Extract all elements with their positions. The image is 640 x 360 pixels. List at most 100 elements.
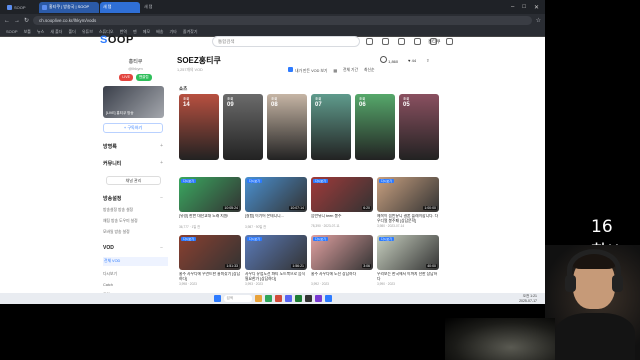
vod-title[interactable]: 제목이 음반뮤니 결혼 플레이합니다. 다우디얼 봉주패 [상담문학] bbox=[377, 214, 439, 223]
short-card[interactable]: 조회 06 bbox=[355, 94, 395, 160]
live-thumbnail[interactable]: [LIVE] 홍티쿠 방송 bbox=[103, 86, 164, 118]
soop-logo[interactable]: SOOP bbox=[100, 34, 134, 46]
vod-thumbnail[interactable]: 다시보기 1:56:21 bbox=[245, 235, 307, 270]
vod-thumbnail[interactable]: 다시보기 10:05:24 bbox=[179, 177, 241, 212]
vod-card[interactable]: 다시보기 6:20 음반뮤니 teen 봉주 78,390 · 2023-07-11 bbox=[311, 177, 373, 229]
start-icon[interactable] bbox=[213, 295, 221, 302]
vod-duration: 40:00 bbox=[426, 264, 437, 268]
tab-hongtiku[interactable]: 홍티쿠 | 방송국 | SOOP bbox=[39, 1, 99, 13]
chrome-icon[interactable] bbox=[274, 295, 282, 302]
sidebar-item-replay[interactable]: 다시보기 bbox=[103, 272, 168, 277]
vod-card[interactable]: 다시보기 10:07:14 [실험] 이기어 몬테니니... 3,987 · 90일 … bbox=[245, 177, 307, 229]
vod-thumbnail[interactable]: 다시보기 1:00:00 bbox=[377, 177, 439, 212]
short-card[interactable]: 조회 07 bbox=[311, 94, 351, 160]
discord-icon[interactable] bbox=[284, 295, 292, 302]
tab-soop[interactable]: SOOP bbox=[4, 2, 38, 13]
period-select[interactable]: 전체 기간 bbox=[343, 68, 358, 73]
reload-icon[interactable]: ↻ bbox=[24, 17, 29, 24]
vod-thumbnail[interactable]: 다시보기 10:07:14 bbox=[245, 177, 307, 212]
channel-manage-button[interactable]: 채널 관리 bbox=[106, 176, 161, 185]
vod-thumbnail[interactable]: 다시보기 1:51:33 bbox=[179, 235, 241, 270]
bookmark-item[interactable]: 기타 bbox=[169, 29, 176, 35]
vod-card[interactable]: 다시보기 1:56:21 사우디 유럽도전 파티 노트북으로 음식 필요한가 [상담… bbox=[245, 235, 307, 286]
vod-title[interactable]: [유령] 한판 대전교대 노래 지원! bbox=[179, 214, 241, 223]
vod-title[interactable]: 홍주 사우디에 우먼트한 흥미찾기 [상담하다] bbox=[179, 272, 241, 281]
vod-title[interactable]: [실험] 이기어 몬테니니... bbox=[245, 214, 307, 223]
sidebar-section-broadcast[interactable]: 방송설정 − bbox=[103, 195, 163, 202]
vod-duration: 1:00:00 bbox=[423, 206, 437, 210]
message-icon[interactable] bbox=[398, 38, 405, 45]
grid-view-icon[interactable]: ▦ bbox=[333, 68, 337, 73]
share-icon[interactable]: ⇪ bbox=[426, 58, 429, 63]
store-icon[interactable] bbox=[264, 295, 272, 302]
sidebar-section-community[interactable]: 커뮤니티 + bbox=[103, 160, 163, 167]
soop-favicon-icon bbox=[7, 4, 12, 10]
minimize-icon[interactable]: – bbox=[511, 4, 514, 11]
short-card[interactable]: 조회 09 bbox=[223, 94, 263, 160]
vod-thumbnail[interactable]: 다시보기 40:00 bbox=[377, 235, 439, 270]
soop-app-icon[interactable] bbox=[324, 295, 332, 302]
vod-duration: 10:07:14 bbox=[289, 206, 305, 210]
short-card[interactable]: 조회 08 bbox=[267, 94, 307, 160]
fan-badge[interactable]: 팬클럽 bbox=[135, 74, 152, 81]
vod-title[interactable]: 사우디 유럽도전 파티 노트북으로 음식 필요한가 [상담하다] bbox=[245, 272, 307, 281]
vod-card[interactable]: 다시보기 3:06 홍주 사우디에 도전 상담하다 3,992 · 2023 bbox=[311, 235, 373, 286]
maximize-icon[interactable]: □ bbox=[522, 4, 526, 11]
folder-icon[interactable] bbox=[254, 295, 262, 302]
vod-thumbnail[interactable]: 다시보기 6:20 bbox=[311, 177, 373, 212]
sidebar-item-catch[interactable]: Catch bbox=[103, 283, 168, 287]
taskbar-search[interactable]: 검색 bbox=[223, 295, 252, 302]
url-input[interactable]: ch.sooplive.co.kr/lhkym/vods bbox=[33, 16, 532, 25]
bookmark-item[interactable]: 유튜브 bbox=[82, 29, 93, 35]
bookmark-item[interactable]: 배송 bbox=[156, 29, 163, 35]
star-icon[interactable]: ☆ bbox=[536, 17, 541, 24]
settings-icon[interactable] bbox=[446, 38, 453, 45]
my-vod-checkbox[interactable]: 내가 만든 VOD 보기 bbox=[288, 67, 327, 74]
bookmark-item[interactable]: 뉴스 bbox=[37, 29, 44, 35]
vod-tag: 다시보기 bbox=[247, 179, 263, 183]
sidebar-item[interactable]: 모바일 방송 설정 bbox=[103, 230, 168, 235]
vod-card[interactable]: 다시보기 1:51:33 홍주 사우디에 우먼트한 흥미찾기 [상담하다] 3,998… bbox=[179, 235, 241, 286]
user-menu[interactable]: 홍티쿠 bbox=[428, 39, 440, 45]
sidebar-section-vod[interactable]: VOD − bbox=[103, 245, 163, 251]
broadcast-icon[interactable] bbox=[366, 38, 373, 45]
vod-title[interactable]: 홍주 사우디에 도전 상담하다 bbox=[311, 272, 373, 281]
tab-new-2[interactable]: 새 탭 bbox=[141, 2, 175, 13]
sidebar-item[interactable]: 방송설정 방송 설정 bbox=[103, 208, 168, 213]
vod-title[interactable]: 음반뮤니 teen 봉주 bbox=[311, 214, 373, 223]
vod-card[interactable]: 다시보기 40:00 우리보는 한국에서 이까지 전한 상담하다 3,990 · 20… bbox=[377, 235, 439, 286]
sidebar-item[interactable]: 채팅 방송 도우미 설정 bbox=[103, 219, 168, 224]
video-icon[interactable] bbox=[414, 38, 421, 45]
bookmark-item[interactable]: 즐겨찾기 bbox=[183, 29, 198, 35]
sidebar-item-all-vod[interactable]: 전체 VOD bbox=[103, 257, 168, 266]
live-badge[interactable]: LIVE bbox=[119, 74, 133, 81]
close-icon[interactable]: ✕ bbox=[534, 4, 539, 11]
notification-icon[interactable] bbox=[382, 38, 389, 45]
sort-select[interactable]: 최신순 bbox=[364, 68, 374, 73]
bookmark-item[interactable]: 메모 bbox=[143, 29, 150, 35]
vod-card[interactable]: 다시보기 10:05:24 [유령] 한판 대전교대 노래 지원! 36,777 · … bbox=[179, 177, 241, 229]
tab-new[interactable]: 새 탭 bbox=[100, 1, 140, 13]
obs-icon[interactable] bbox=[304, 295, 312, 302]
search-input[interactable]: 통합검색 bbox=[212, 36, 360, 47]
short-card[interactable]: 조회 05 bbox=[399, 94, 439, 160]
subscribe-button[interactable]: + 구독하기 bbox=[103, 123, 163, 133]
bookmark-item[interactable]: 새 폴더 bbox=[50, 29, 62, 35]
taskbar-clock[interactable]: 오전 1:21 2025-07-17 bbox=[519, 294, 537, 303]
back-icon[interactable]: ← bbox=[4, 18, 10, 24]
app-icon[interactable] bbox=[314, 295, 322, 302]
sidebar-section-guestbook[interactable]: 방명록 + bbox=[103, 143, 163, 150]
bookmark-item[interactable]: 폴더 bbox=[68, 29, 75, 35]
vod-card[interactable]: 다시보기 1:00:00 제목이 음반뮤니 결혼 플레이합니다. 다우디얼 봉주패 … bbox=[377, 177, 439, 229]
vod-duration: 6:20 bbox=[362, 206, 371, 210]
like-button[interactable]: ♥ 44 bbox=[408, 58, 416, 63]
short-card[interactable]: 조회 14 bbox=[179, 94, 219, 160]
vod-title[interactable]: 우리보는 한국에서 이까지 전한 상담하다 bbox=[377, 272, 439, 281]
forward-icon[interactable]: → bbox=[14, 18, 20, 24]
bookmark-item[interactable]: 보틀 bbox=[24, 29, 31, 35]
vod-thumbnail[interactable]: 다시보기 3:06 bbox=[311, 235, 373, 270]
bookmark-item[interactable]: SOOP bbox=[6, 29, 18, 34]
vod-meta: 3,998 · 2023 bbox=[179, 282, 197, 286]
follow-button[interactable]: 1,860 bbox=[380, 56, 398, 64]
excel-icon[interactable] bbox=[294, 295, 302, 302]
